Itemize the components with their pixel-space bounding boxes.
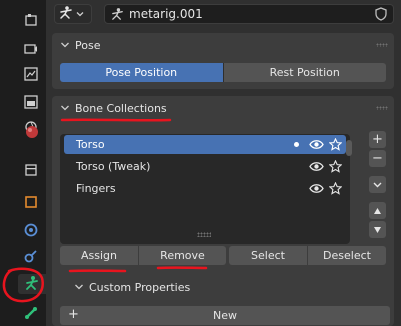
data-header: metarig.001 [46, 0, 401, 28]
collection-specials-button[interactable] [369, 176, 386, 193]
deselect-button[interactable]: Deselect [308, 246, 386, 265]
world-icon[interactable] [22, 122, 42, 142]
remove-collection-button[interactable]: − [369, 150, 386, 167]
pose-position-button[interactable]: Pose Position [60, 63, 223, 82]
chevron-down-icon [76, 8, 84, 21]
physics-icon[interactable] [21, 246, 41, 266]
add-collection-button[interactable]: + [369, 131, 386, 148]
drag-handle-icon[interactable] [376, 43, 388, 47]
object-icon[interactable] [21, 192, 41, 212]
new-button-label: New [213, 309, 237, 322]
star-icon[interactable] [328, 159, 343, 174]
list-resize-handle[interactable] [197, 232, 211, 237]
bone-collections-list: Torso Torso (Tweak) Fingers [60, 134, 352, 244]
bone-collections-title: Bone Collections [75, 101, 167, 115]
bone-collections-header[interactable]: Bone Collections [52, 96, 394, 120]
tool-icon[interactable] [21, 10, 41, 30]
collection-icon[interactable] [21, 160, 41, 180]
move-down-button[interactable] [369, 221, 386, 238]
bone-icon[interactable] [21, 303, 41, 323]
star-icon[interactable] [328, 181, 343, 196]
drag-handle-icon[interactable] [376, 106, 388, 110]
armature-data-selector[interactable] [54, 4, 92, 24]
chevron-down-icon [61, 105, 69, 111]
list-item[interactable]: Torso [64, 135, 346, 154]
pose-panel-title: Pose [75, 38, 101, 52]
armature-data-icon [58, 5, 74, 24]
output-icon[interactable] [21, 64, 41, 84]
list-item[interactable]: Fingers [64, 179, 346, 198]
star-icon[interactable] [328, 137, 343, 152]
new-property-button[interactable]: + New [60, 306, 390, 325]
remove-button[interactable]: Remove [139, 246, 226, 265]
pose-panel: Pose Pose Position Rest Position [52, 33, 394, 89]
rest-position-button[interactable]: Rest Position [222, 63, 386, 82]
chevron-down-icon [75, 284, 83, 290]
render-icon[interactable] [21, 39, 41, 59]
armature-name-field[interactable]: metarig.001 [104, 4, 394, 24]
plus-icon: + [68, 307, 79, 322]
eye-icon[interactable] [309, 137, 324, 152]
properties-editor: metarig.001 Pose Pose Position Rest Posi… [46, 0, 401, 326]
triangle-down-icon [374, 226, 381, 233]
eye-icon[interactable] [309, 159, 324, 174]
select-button[interactable]: Select [229, 246, 307, 265]
list-item[interactable]: Torso (Tweak) [64, 157, 346, 176]
collection-name: Fingers [76, 182, 116, 195]
custom-properties-header[interactable]: Custom Properties [60, 276, 390, 298]
collection-name: Torso [76, 138, 105, 151]
bone-collections-panel: Bone Collections Torso Torso (Tweak) Fin… [52, 96, 394, 326]
pose-panel-header[interactable]: Pose [52, 33, 394, 57]
properties-tab-strip [0, 0, 46, 326]
view-layer-icon[interactable] [21, 92, 41, 112]
modifiers-icon[interactable] [21, 220, 41, 240]
custom-properties-title: Custom Properties [89, 280, 191, 294]
list-scrollbar[interactable] [346, 140, 352, 156]
pose-position-toggle: Pose Position Rest Position [60, 63, 386, 82]
shield-icon[interactable] [372, 6, 390, 22]
active-dot-icon [294, 142, 299, 147]
armature-name-text: metarig.001 [129, 7, 203, 21]
armature-name-icon [110, 7, 125, 25]
object-data-armature-icon[interactable] [18, 274, 46, 294]
move-up-button[interactable] [369, 202, 386, 219]
collection-name: Torso (Tweak) [76, 160, 151, 173]
chevron-down-icon [373, 182, 382, 188]
eye-icon[interactable] [309, 181, 324, 196]
triangle-up-icon [374, 207, 381, 214]
chevron-down-icon [61, 42, 69, 48]
assign-button[interactable]: Assign [60, 246, 138, 265]
